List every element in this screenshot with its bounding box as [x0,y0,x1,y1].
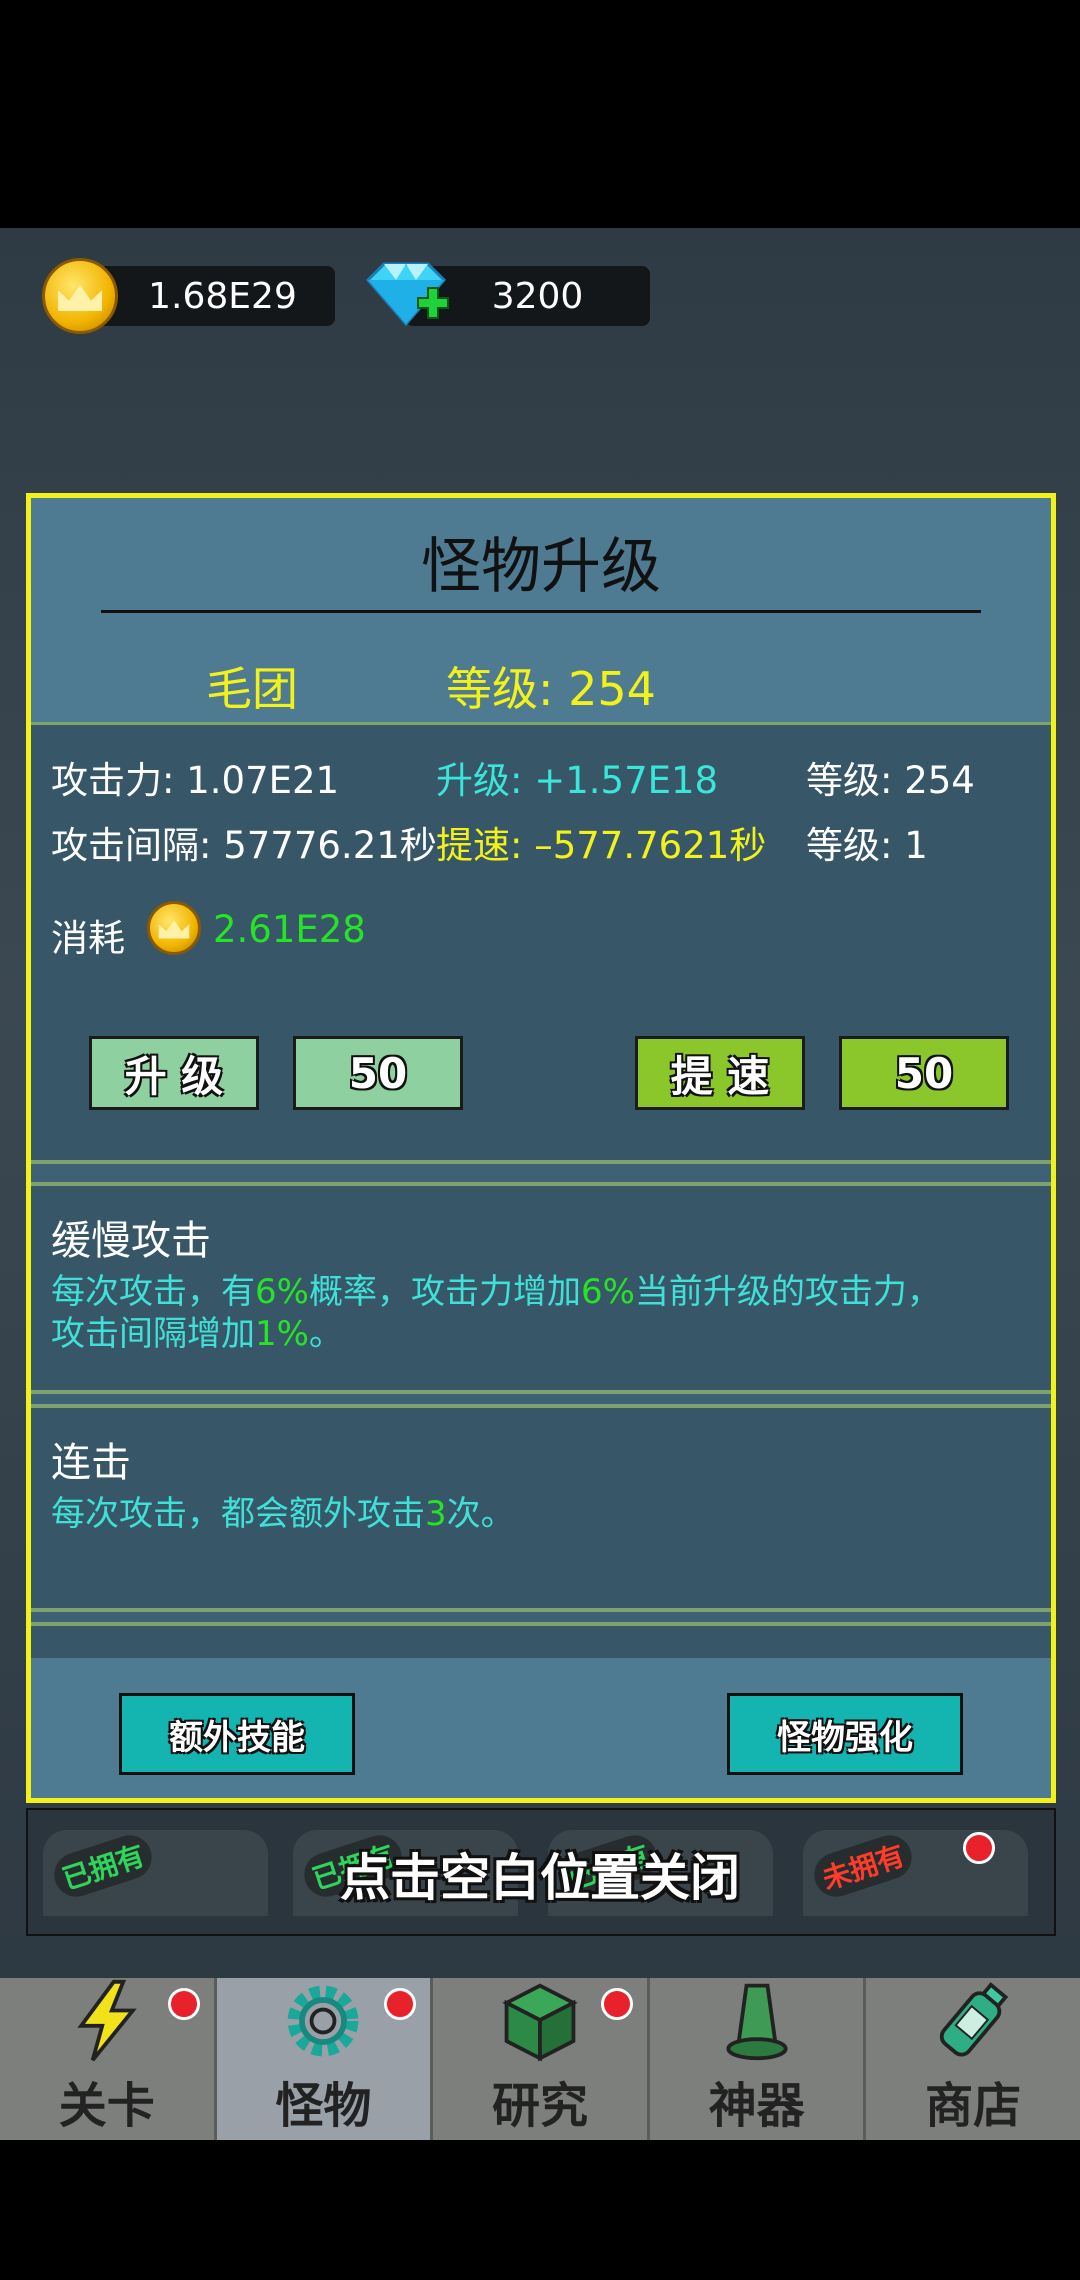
nav-label: 关卡 [58,2078,155,2134]
nav-label: 怪物 [275,2078,372,2134]
cube-icon [502,1983,578,2062]
attack-level: 等级: 254 [806,759,975,802]
skill-description: 每次攻击，都会额外攻击3次。 [51,1494,515,1534]
gold-coin-icon [147,901,201,955]
skill-title: 缓慢攻击 [51,1218,211,1264]
game-area[interactable]: 1.68E29 3200 怪物升级 毛团 等级: 254 攻击力: 1.07E2… [0,228,1080,2140]
attack-stat: 攻击力: 1.07E21 [51,759,340,802]
potion-icon [939,1982,1009,2057]
stats-panel: 攻击力: 1.07E21 升级: +1.57E18 等级: 254 攻击间隔: … [31,725,1051,1160]
nav-shop[interactable]: 商店 [866,1978,1080,2140]
skill-combo: 连击 每次攻击，都会额外攻击3次。 [31,1408,1051,1608]
skill-slow-attack: 缓慢攻击 每次攻击，有6%概率，攻击力增加6%当前升级的攻击力， 攻击间隔增加1%… [31,1186,1051,1390]
cost-label: 消耗 [51,917,125,960]
close-hint: 点击空白位置关闭 [340,1849,740,1907]
notification-dot [600,1988,633,2020]
monster-boost-button[interactable]: 怪物强化 [727,1693,963,1775]
gear-icon [288,1985,359,2057]
notification-dot [167,1988,200,2020]
speed-level: 等级: 1 [806,824,928,867]
dialog-title: 怪物升级 [421,532,661,602]
monster-upgrade-dialog: 怪物升级 毛团 等级: 254 攻击力: 1.07E21 升级: +1.57E1… [26,493,1056,1803]
title-divider [101,610,981,613]
nav-label: 研究 [491,2078,588,2134]
speedup-button[interactable]: 提 速 [635,1036,805,1110]
gold-value: 1.68E29 [148,275,297,317]
nav-artifacts[interactable]: 神器 [650,1978,867,2140]
speed-gain: 提速: –577.7621秒 [436,824,767,867]
skill-title: 连击 [51,1440,131,1486]
diamond-add-icon[interactable] [358,258,454,338]
nav-research[interactable]: 研究 [433,1978,650,2140]
nav-label: 神器 [708,2078,805,2134]
upgrade-quantity-button[interactable]: 50 [293,1036,463,1110]
diamond-value: 3200 [491,275,584,317]
screen: 1.68E29 3200 怪物升级 毛团 等级: 254 攻击力: 1.07E2… [0,0,1080,2280]
interval-stat: 攻击间隔: 57776.21秒 [51,824,437,867]
lightning-icon [77,1979,137,2062]
nav-stages[interactable]: 关卡 [0,1978,217,2140]
upgrade-gain: 升级: +1.57E18 [436,759,719,802]
cost-value: 2.61E28 [213,908,366,951]
skill-description: 每次攻击，有6%概率，攻击力增加6%当前升级的攻击力， 攻击间隔增加1%。 [51,1272,941,1354]
artifact-icon [726,1983,788,2061]
dialog-footer: 额外技能 怪物强化 [31,1658,1051,1798]
notification-dot [384,1988,417,2020]
monster-level: 等级: 254 [446,662,656,716]
nav-monsters[interactable]: 怪物 [216,1978,434,2140]
monster-name: 毛团 [206,662,298,716]
bottom-nav: 关卡 怪物 研究 神器 商店 [0,1978,1080,2140]
nav-label: 商店 [925,2078,1022,2134]
gold-coin-icon [42,258,118,334]
upgrade-button[interactable]: 升 级 [89,1036,259,1110]
speedup-quantity-button[interactable]: 50 [839,1036,1009,1110]
extra-skills-button[interactable]: 额外技能 [119,1693,355,1775]
